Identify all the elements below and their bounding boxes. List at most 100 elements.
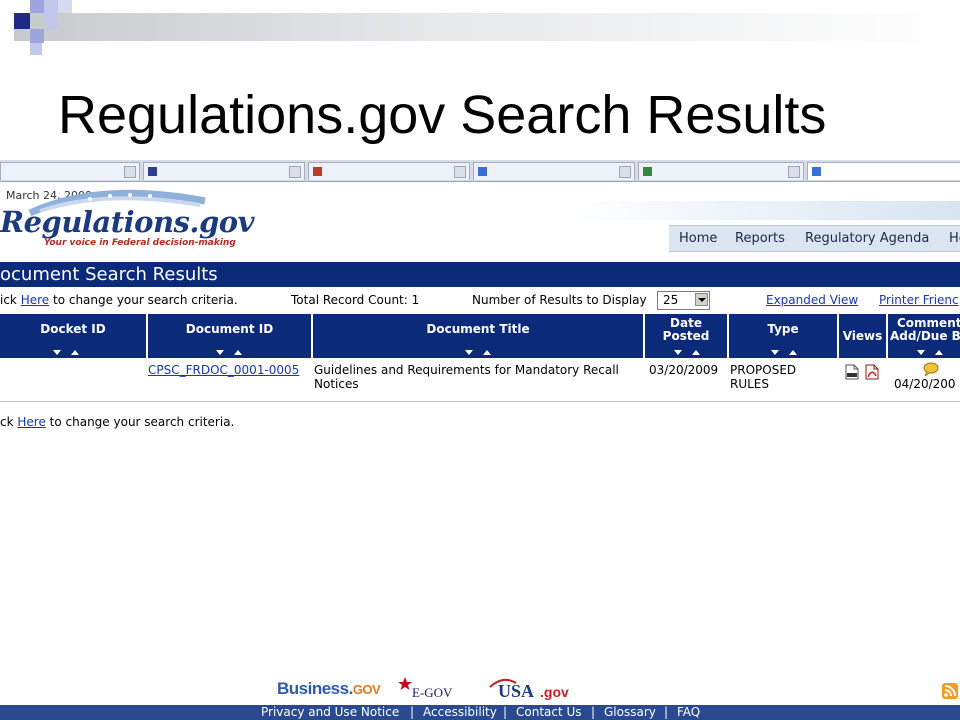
sort-asc-icon[interactable] bbox=[71, 350, 79, 355]
footer-separator: | bbox=[410, 705, 415, 719]
sort-asc-icon[interactable] bbox=[789, 350, 797, 355]
html-file-icon[interactable] bbox=[845, 364, 859, 380]
footer-contact-link[interactable]: Contact Us bbox=[516, 705, 582, 719]
footer-nav: Privacy and Use Notice | Accessibility |… bbox=[0, 705, 960, 720]
sort-desc-icon[interactable] bbox=[771, 350, 779, 355]
sort-controls bbox=[460, 345, 496, 359]
document-title-line2: Notices bbox=[314, 377, 359, 391]
footer-privacy-link[interactable]: Privacy and Use Notice bbox=[261, 705, 399, 719]
bottom-criteria-suffix: to change your search criteria. bbox=[45, 415, 235, 429]
main-nav: Home Reports Regulatory Agenda He bbox=[669, 225, 960, 252]
col-date-label-line1: Date bbox=[670, 316, 702, 330]
browser-tab-strip bbox=[0, 160, 960, 182]
close-icon[interactable] bbox=[788, 166, 800, 178]
close-icon[interactable] bbox=[124, 166, 136, 178]
page-icon bbox=[478, 167, 487, 176]
results-table-header: Docket ID Document ID Document Title Dat… bbox=[0, 314, 960, 358]
browser-tab[interactable] bbox=[0, 162, 140, 180]
page-icon bbox=[313, 167, 322, 176]
sort-desc-icon[interactable] bbox=[216, 350, 224, 355]
close-icon[interactable] bbox=[619, 166, 631, 178]
browser-tab[interactable] bbox=[308, 162, 470, 180]
type-cell: PROPOSED RULES bbox=[730, 363, 796, 391]
printer-friendly-link[interactable]: Printer Frienc bbox=[879, 293, 959, 307]
sort-asc-icon[interactable] bbox=[483, 350, 491, 355]
bottom-criteria-prefix: ck bbox=[0, 415, 18, 429]
page-icon bbox=[643, 167, 652, 176]
total-record-count: Total Record Count: 1 bbox=[291, 293, 420, 307]
sort-asc-icon[interactable] bbox=[692, 350, 700, 355]
dropdown-arrow-icon[interactable] bbox=[695, 293, 708, 306]
usa-logo-gov: .gov bbox=[540, 684, 569, 700]
logo-tagline: Your voice in Federal decision-making bbox=[44, 238, 236, 248]
close-icon[interactable] bbox=[454, 166, 466, 178]
footer-separator: | bbox=[591, 705, 596, 719]
partner-logos: Business.GOV E-GOV USA .gov bbox=[0, 675, 960, 705]
sort-controls bbox=[766, 345, 802, 359]
rss-feed-icon[interactable] bbox=[942, 683, 958, 699]
close-icon[interactable] bbox=[289, 166, 301, 178]
criteria-prefix: ick bbox=[0, 293, 21, 307]
browser-tab[interactable] bbox=[638, 162, 804, 180]
col-docket-id-label: Docket ID bbox=[40, 322, 106, 336]
sort-desc-icon[interactable] bbox=[53, 350, 61, 355]
change-criteria-link[interactable]: Here bbox=[21, 293, 49, 307]
col-date-posted: Date Posted bbox=[645, 314, 727, 358]
header-banner bbox=[566, 201, 960, 220]
nav-reports[interactable]: Reports bbox=[735, 231, 785, 246]
section-title: ocument Search Results bbox=[0, 264, 218, 285]
browser-tab[interactable] bbox=[473, 162, 635, 180]
expanded-view-link[interactable]: Expanded View bbox=[766, 293, 858, 307]
type-line1: PROPOSED bbox=[730, 363, 797, 377]
page-icon bbox=[148, 167, 157, 176]
footer-accessibility-link[interactable]: Accessibility bbox=[423, 705, 497, 719]
browser-tab[interactable] bbox=[143, 162, 305, 180]
criteria-suffix: to change your search criteria. bbox=[49, 293, 238, 307]
footer-separator: | bbox=[664, 705, 669, 719]
col-document-title: Document Title bbox=[313, 314, 643, 358]
browser-tab-active[interactable] bbox=[807, 162, 960, 180]
col-views: Views bbox=[839, 314, 886, 358]
usa-logo-text: USA bbox=[498, 681, 535, 701]
nav-home[interactable]: Home bbox=[679, 231, 717, 246]
footer-faq-link[interactable]: FAQ bbox=[677, 705, 700, 719]
col-comment-label: Comment Add/Due B bbox=[890, 317, 960, 343]
search-criteria-line: ick Here to change your search criteria. bbox=[0, 293, 238, 307]
footer-separator: | bbox=[503, 705, 508, 719]
results-per-page-select[interactable]: 25 bbox=[657, 291, 710, 310]
document-id-link[interactable]: CPSC_FRDOC_0001-0005 bbox=[148, 363, 299, 377]
footer-glossary-link[interactable]: Glossary bbox=[604, 705, 656, 719]
bottom-criteria-line: ck Here to change your search criteria. bbox=[0, 415, 234, 429]
logo-wordmark: Regulations.gov bbox=[0, 205, 254, 239]
results-per-page-value: 25 bbox=[663, 293, 679, 307]
business-logo-gov: GOV bbox=[352, 682, 381, 697]
star-icon bbox=[398, 677, 412, 690]
sort-asc-icon[interactable] bbox=[935, 350, 943, 355]
comment-due-date: 04/20/200 bbox=[894, 377, 956, 391]
pdf-file-icon[interactable] bbox=[865, 364, 879, 380]
sort-desc-icon[interactable] bbox=[465, 350, 473, 355]
business-logo-text: Business. bbox=[277, 679, 353, 698]
col-type-label: Type bbox=[767, 322, 799, 336]
sort-desc-icon[interactable] bbox=[917, 350, 925, 355]
comment-bubble-icon[interactable] bbox=[923, 362, 939, 376]
sort-controls bbox=[48, 345, 84, 359]
business-gov-logo[interactable]: Business.GOV bbox=[277, 679, 381, 699]
date-posted-cell: 03/20/2009 bbox=[649, 363, 719, 377]
col-comment-due: Comment Add/Due B bbox=[888, 314, 960, 358]
nav-help[interactable]: He bbox=[949, 231, 960, 246]
bottom-change-criteria-link[interactable]: Here bbox=[17, 415, 45, 429]
sort-asc-icon[interactable] bbox=[234, 350, 242, 355]
sort-controls bbox=[912, 345, 948, 359]
results-display-label: Number of Results to Display bbox=[472, 293, 647, 307]
nav-regulatory-agenda[interactable]: Regulatory Agenda bbox=[805, 231, 929, 246]
browser-screenshot: March 24, 2009 Regulations.gov Your voic… bbox=[0, 160, 960, 720]
sort-desc-icon[interactable] bbox=[674, 350, 682, 355]
col-comment-label-line1: Comment bbox=[897, 316, 960, 330]
col-date-label-line2: Posted bbox=[662, 329, 710, 343]
col-type: Type bbox=[729, 314, 837, 358]
col-document-id: Document ID bbox=[148, 314, 311, 358]
row-divider bbox=[0, 401, 960, 402]
sort-controls bbox=[669, 345, 705, 359]
col-comment-label-line2: Add/Due B bbox=[890, 329, 960, 343]
